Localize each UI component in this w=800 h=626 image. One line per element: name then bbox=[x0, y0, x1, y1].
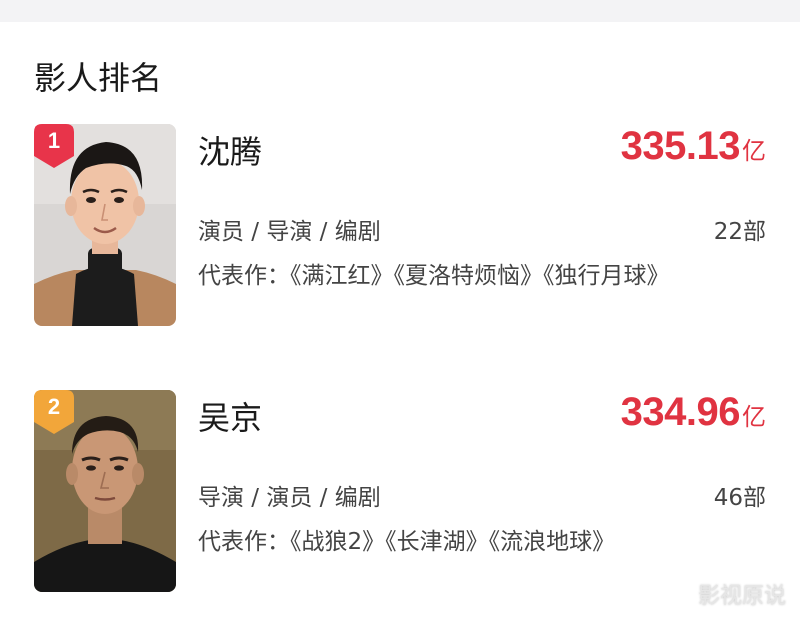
rank-badge: 1 bbox=[34, 124, 74, 168]
watermark: 影视原说 bbox=[697, 584, 786, 609]
person-roles: 导演 / 演员 / 编剧 bbox=[198, 485, 381, 511]
box-office: 334.96 亿 bbox=[621, 390, 766, 440]
box-office-unit: 亿 bbox=[742, 137, 766, 165]
works-count: 46部 bbox=[713, 485, 766, 511]
person-card[interactable]: 1 沈腾 335.13 亿 演员 / 导演 / 编剧 22部 代表作：《满江红》… bbox=[0, 124, 800, 334]
box-office: 335.13 亿 bbox=[621, 124, 766, 174]
person-name[interactable]: 沈腾 bbox=[198, 130, 262, 174]
works-count: 22部 bbox=[713, 219, 766, 245]
box-office-value: 334.96 bbox=[620, 390, 741, 434]
person-card[interactable]: 2 吴京 334.96 亿 导演 / 演员 / 编剧 46部 代表作：《战狼2》… bbox=[0, 390, 800, 600]
representative-works: 代表作：《满江红》《夏洛特烦恼》《独行月球》 bbox=[198, 263, 670, 289]
rank-number: 1 bbox=[47, 128, 61, 153]
box-office-value: 335.13 bbox=[620, 124, 741, 168]
representative-works: 代表作：《战狼2》《长津湖》《流浪地球》 bbox=[198, 529, 616, 555]
rank-number: 2 bbox=[47, 394, 61, 419]
top-strip bbox=[0, 0, 800, 22]
person-roles: 演员 / 导演 / 编剧 bbox=[198, 219, 381, 245]
person-name[interactable]: 吴京 bbox=[198, 396, 262, 440]
rank-badge: 2 bbox=[34, 390, 74, 434]
section-title: 影人排名 bbox=[34, 59, 163, 97]
box-office-unit: 亿 bbox=[742, 403, 766, 431]
